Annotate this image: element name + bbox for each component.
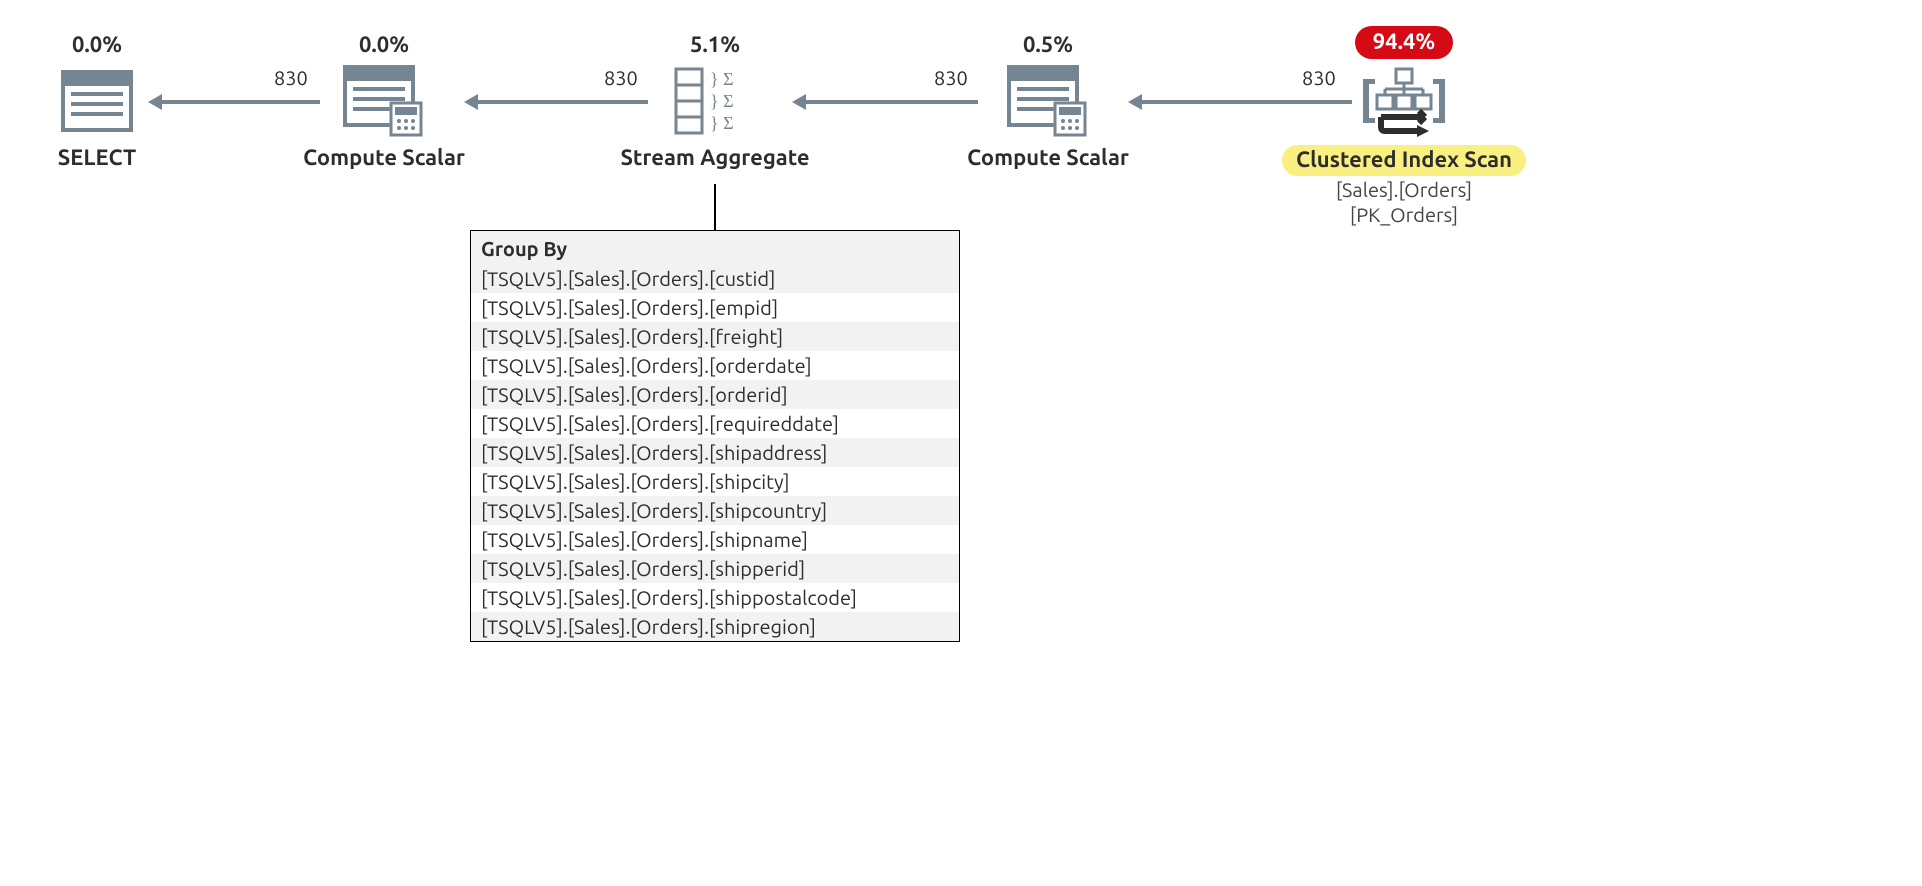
group-by-column: [TSQLV5].[Sales].[Orders].[orderdate] [471, 351, 959, 380]
node-label: Compute Scalar [303, 145, 465, 170]
node-label: SELECT [58, 145, 136, 170]
group-by-column: [TSQLV5].[Sales].[Orders].[requireddate] [471, 409, 959, 438]
group-by-detail-panel[interactable]: Group By [TSQLV5].[Sales].[Orders].[cust… [470, 230, 960, 642]
cost-label: 5.1% [690, 32, 740, 57]
node-label: Stream Aggregate [620, 145, 809, 170]
svg-text:} Σ: } Σ [710, 91, 734, 111]
cost-badge: 94.4% [1355, 26, 1453, 59]
compute-scalar-icon [1007, 65, 1089, 137]
group-by-column: [TSQLV5].[Sales].[Orders].[custid] [471, 264, 959, 293]
group-by-column: [TSQLV5].[Sales].[Orders].[orderid] [471, 380, 959, 409]
group-by-column: [TSQLV5].[Sales].[Orders].[empid] [471, 293, 959, 322]
group-by-column: [TSQLV5].[Sales].[Orders].[shipregion] [471, 612, 959, 641]
plan-node-clustered-index-scan[interactable]: 94.4% Clustered Index Scan [Sales].[Orde… [1264, 26, 1544, 226]
detail-title: Group By [471, 231, 959, 264]
index-scan-icon [1363, 65, 1445, 137]
compute-scalar-icon [343, 65, 425, 137]
plan-node-compute-scalar-2[interactable]: 0.5% Compute Scalar [948, 32, 1148, 170]
group-by-column: [TSQLV5].[Sales].[Orders].[freight] [471, 322, 959, 351]
svg-text:} Σ: } Σ [710, 113, 734, 133]
cost-label: 0.0% [359, 32, 409, 57]
group-by-column: [TSQLV5].[Sales].[Orders].[shipname] [471, 525, 959, 554]
cost-label: 0.0% [72, 32, 122, 57]
group-by-column: [TSQLV5].[Sales].[Orders].[shipperid] [471, 554, 959, 583]
table-icon [61, 65, 133, 137]
node-label-highlighted: Clustered Index Scan [1282, 145, 1526, 176]
detail-connector [714, 184, 716, 230]
stream-aggregate-icon: } Σ } Σ } Σ [674, 65, 756, 137]
plan-node-compute-scalar-1[interactable]: 0.0% Compute Scalar [284, 32, 484, 170]
svg-text:} Σ: } Σ [710, 69, 734, 89]
cost-label: 0.5% [1023, 32, 1073, 57]
node-sublabel: [Sales].[Orders] [1336, 178, 1472, 201]
plan-node-select[interactable]: 0.0% SELECT [32, 32, 162, 170]
node-label: Compute Scalar [967, 145, 1129, 170]
node-sublabel: [PK_Orders] [1350, 203, 1458, 226]
group-by-column: [TSQLV5].[Sales].[Orders].[shipcountry] [471, 496, 959, 525]
group-by-column: [TSQLV5].[Sales].[Orders].[shipaddress] [471, 438, 959, 467]
group-by-column: [TSQLV5].[Sales].[Orders].[shipcity] [471, 467, 959, 496]
group-by-column: [TSQLV5].[Sales].[Orders].[shippostalcod… [471, 583, 959, 612]
